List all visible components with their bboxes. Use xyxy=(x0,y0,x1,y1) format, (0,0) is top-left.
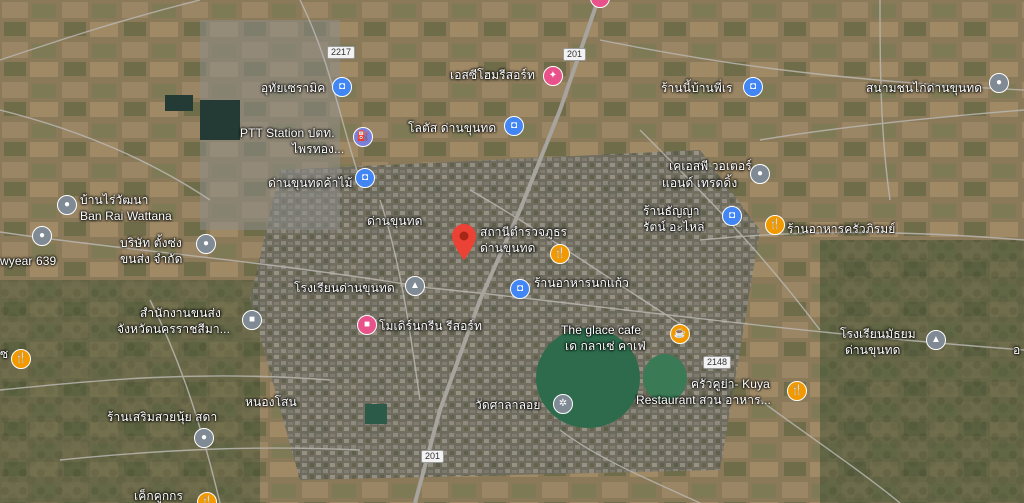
place-label[interactable]: เด กลาเซ่ คาเฟ่ xyxy=(565,339,646,353)
place-label[interactable]: โรงเรียนมัธยม xyxy=(840,327,916,341)
shopping-cart-icon[interactable]: ◘ xyxy=(510,279,530,299)
red-location-pin-icon[interactable] xyxy=(452,224,476,260)
route-2217-shield: 2217 xyxy=(327,46,356,59)
place-label[interactable]: ร้านอาหารครัวภิรมย์ xyxy=(787,222,895,236)
gas-station-icon[interactable]: ⛽ xyxy=(353,127,373,147)
place-label[interactable]: อ xyxy=(1013,343,1020,357)
restaurant-icon[interactable]: 🍴 xyxy=(11,349,31,369)
place-label[interactable]: ร้านธัญญา xyxy=(643,204,700,218)
place-label[interactable]: บริษัท ตั้งซ่ง xyxy=(120,236,182,250)
place-label[interactable]: ขนส่ง จำกัด xyxy=(120,252,183,266)
place-pin-icon[interactable]: ● xyxy=(32,226,52,246)
route-201-shield: 201 xyxy=(421,450,445,463)
place-label[interactable]: โมเดิร์นกรีน รีสอร์ท xyxy=(379,319,482,333)
place-label[interactable]: โลตัส ด่านขุนทด xyxy=(408,121,496,135)
hotel-icon[interactable]: ✦ xyxy=(543,66,563,86)
route-201-shield: 201 xyxy=(563,48,587,61)
place-label[interactable]: ด่านขุนทด xyxy=(480,241,536,255)
place-label[interactable]: เค็กคูกกร xyxy=(134,489,183,503)
place-label[interactable]: โรงเรียนด่านขุนทด xyxy=(294,281,395,295)
place-pin-icon[interactable]: ● xyxy=(57,195,77,215)
shopping-bag-icon[interactable]: ◘ xyxy=(504,116,524,136)
place-label[interactable]: ด่านขุนทด xyxy=(367,214,423,228)
cafe-icon[interactable]: ☕ xyxy=(670,324,690,344)
place-label[interactable]: ด่านขุนทดค้าไม้ xyxy=(268,176,353,190)
restaurant-icon[interactable]: 🍴 xyxy=(765,215,785,235)
place-label[interactable]: อุทัยเซรามิค xyxy=(261,81,325,95)
restaurant-icon[interactable]: 🍴 xyxy=(550,244,570,264)
place-pin-icon[interactable]: ● xyxy=(194,428,214,448)
place-label[interactable]: รัตน์ อะไหล่ xyxy=(643,220,705,234)
route-2148-shield: 2148 xyxy=(703,356,732,369)
shopping-bag-icon[interactable]: ◘ xyxy=(743,77,763,97)
shopping-bag-icon[interactable]: ◘ xyxy=(355,168,375,188)
place-pin-icon[interactable]: ● xyxy=(196,234,216,254)
place-label[interactable]: ร้านเสริมสวยนุ้ย สดา xyxy=(107,410,217,424)
place-label[interactable]: เอสซีโฮมรีสอร์ท xyxy=(450,68,535,82)
shopping-bag-icon[interactable]: ◘ xyxy=(722,206,742,226)
place-label[interactable]: ร้านอาหารนกแก้ว xyxy=(534,276,629,290)
government-building-icon[interactable]: ■ xyxy=(242,310,262,330)
place-label[interactable]: สถานีตำรวจภูธร xyxy=(480,225,567,239)
place-label[interactable]: ด่านขุนทด xyxy=(845,343,901,357)
place-label[interactable]: wyear 639 xyxy=(0,254,56,268)
shopping-bag-icon[interactable]: ◘ xyxy=(332,77,352,97)
place-label[interactable]: ร้านนี้บ้านพี่เร xyxy=(661,81,733,95)
place-label[interactable]: เคเอสพี วอเตอร์ xyxy=(669,159,752,173)
place-label[interactable]: ครัวคูย่า- Kuya xyxy=(691,377,770,391)
place-label[interactable]: ซ xyxy=(0,347,8,361)
place-label[interactable]: หนองโสน xyxy=(245,395,297,409)
place-label[interactable]: Ban Rai Wattana xyxy=(80,209,172,223)
place-label[interactable]: บ้านไร่วัฒนา xyxy=(80,193,148,207)
place-pin-icon[interactable]: ● xyxy=(750,164,770,184)
place-label[interactable]: วัดศาลาลอย xyxy=(475,398,540,412)
place-label[interactable]: Restaurant สวน อาหาร... xyxy=(636,393,771,407)
place-label[interactable]: สนามชนไก่ด่านขุนทด xyxy=(866,81,982,95)
restaurant-icon[interactable]: 🍴 xyxy=(787,381,807,401)
place-label[interactable]: จังหวัดนครราชสีมา... xyxy=(117,322,230,336)
map-view[interactable]: 2217 201 201 2148 เอสซีโฮมรีสอร์ท ✦ อุทั… xyxy=(0,0,1024,503)
temple-icon[interactable]: ✲ xyxy=(553,394,573,414)
place-label[interactable]: สำนักงานขนส่ง xyxy=(140,306,221,320)
school-icon[interactable]: ▲ xyxy=(405,276,425,296)
place-label[interactable]: แอนด์ เทรดดิ้ง xyxy=(662,176,737,190)
place-label[interactable]: ไพรทอง... xyxy=(292,142,344,156)
hotel-icon[interactable]: ■ xyxy=(357,315,377,335)
school-icon[interactable]: ▲ xyxy=(926,330,946,350)
place-pin-icon[interactable]: ● xyxy=(989,73,1009,93)
place-label[interactable]: PTT Station ปตท. xyxy=(240,126,335,140)
place-label[interactable]: The glace cafe xyxy=(561,323,641,337)
